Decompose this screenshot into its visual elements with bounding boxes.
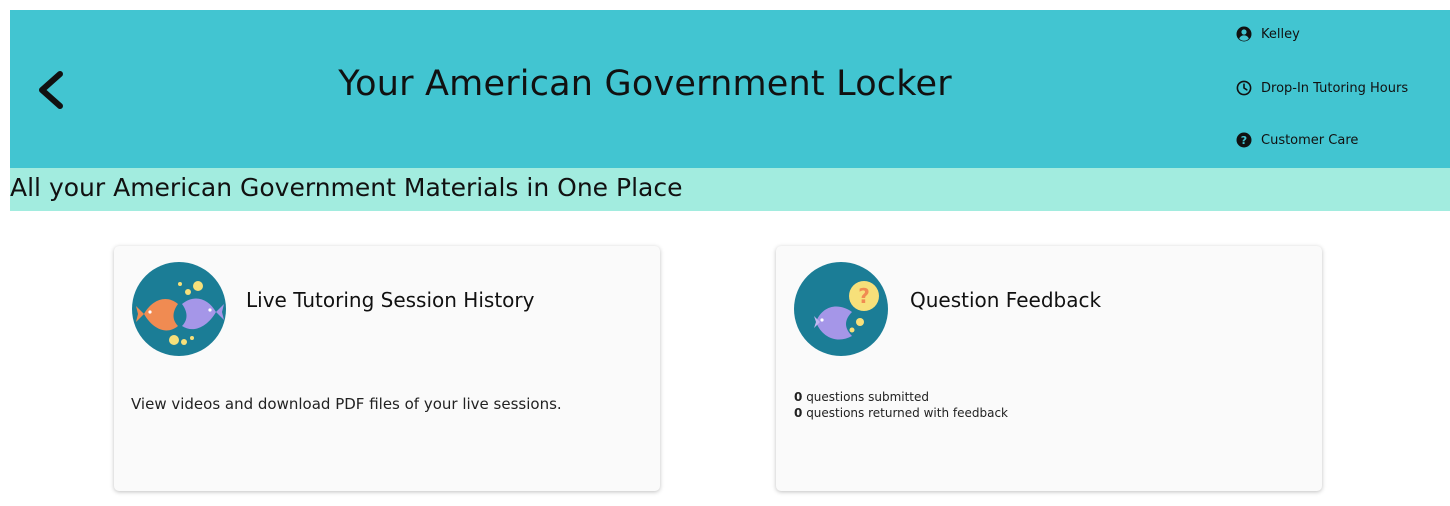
drop-in-tutoring-hours-label: Drop-In Tutoring Hours (1261, 80, 1409, 96)
question-feedback-card[interactable]: ? Question Feedback 0 questions submitte… (776, 246, 1322, 491)
card-title: Live Tutoring Session History (246, 288, 535, 312)
customer-care-label: Customer Care (1261, 132, 1359, 148)
page: Your American Government Locker Kelley D… (0, 0, 1450, 506)
user-menu: Kelley Drop-In Tutoring Hours ? Customer… (1236, 10, 1450, 168)
two-fish-icon (132, 262, 226, 356)
user-circle-icon (1236, 26, 1252, 42)
clock-icon (1236, 80, 1252, 96)
user-profile-link[interactable]: Kelley (1236, 26, 1300, 42)
card-description: View videos and download PDF files of yo… (131, 395, 562, 413)
questions-returned-count: 0 (794, 406, 803, 420)
questions-submitted-count: 0 (794, 390, 803, 404)
subheader-banner: All your American Government Materials i… (10, 168, 1450, 211)
question-circle-icon: ? (1236, 132, 1252, 148)
questions-returned-label: questions returned with feedback (806, 406, 1009, 420)
questions-submitted-stat: 0 questions submitted (794, 389, 1008, 405)
questions-returned-stat: 0 questions returned with feedback (794, 405, 1008, 421)
page-title: Your American Government Locker (338, 64, 952, 104)
svg-text:?: ? (858, 284, 870, 308)
svg-text:?: ? (1241, 134, 1247, 147)
question-stats: 0 questions submitted 0 questions return… (794, 389, 1008, 421)
questions-submitted-label: questions submitted (806, 390, 930, 404)
live-tutoring-session-history-card[interactable]: Live Tutoring Session History View video… (114, 246, 660, 491)
fish-question-icon: ? (794, 262, 888, 356)
subheader-title: All your American Government Materials i… (10, 173, 683, 202)
drop-in-tutoring-hours-link[interactable]: Drop-In Tutoring Hours (1236, 80, 1408, 96)
user-name: Kelley (1261, 26, 1300, 42)
header-bar: Your American Government Locker Kelley D… (10, 10, 1450, 168)
card-title: Question Feedback (910, 288, 1102, 312)
customer-care-link[interactable]: ? Customer Care (1236, 132, 1358, 148)
